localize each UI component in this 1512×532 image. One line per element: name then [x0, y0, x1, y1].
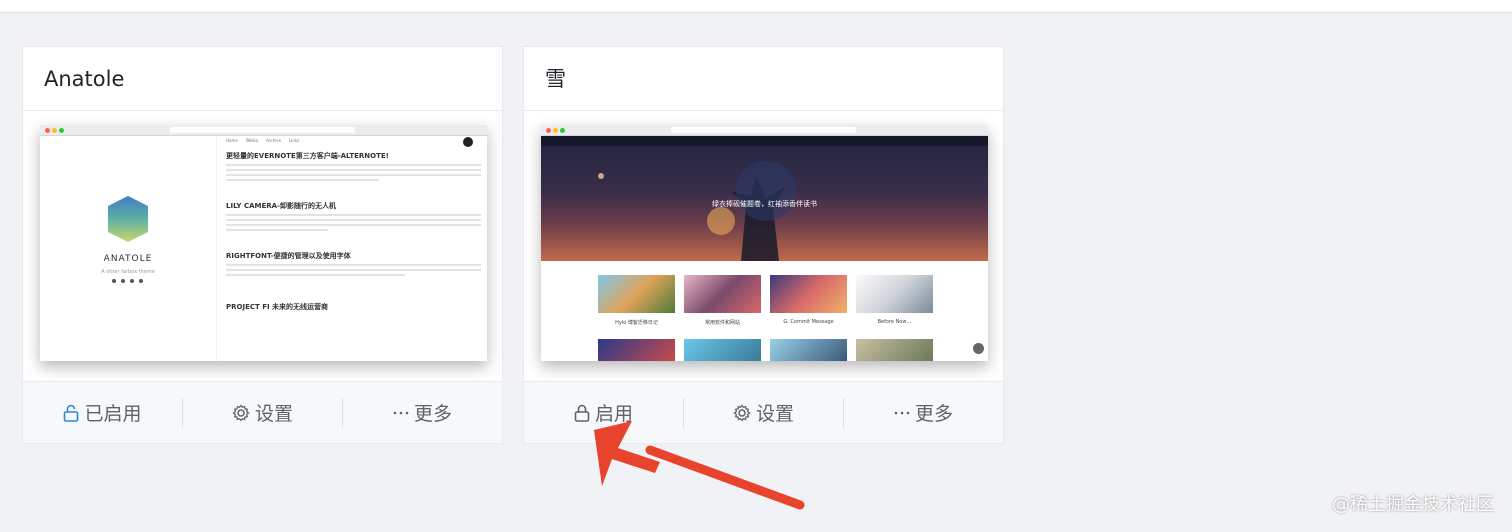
watermark: @稀土掘金技术社区: [1332, 494, 1494, 515]
card-actions: 已启用 设置 更多: [23, 381, 502, 443]
settings-button[interactable]: 设置: [684, 382, 843, 443]
anatole-sidebar: ANATOLE A other farbox theme: [40, 136, 216, 361]
browser-bar: [541, 125, 988, 136]
more-label: 更多: [413, 403, 452, 425]
more-dots-icon: [894, 410, 910, 416]
theme-preview-image[interactable]: 绿衣捧砚催题卷，红袖添香伴读书 Hylo 博客迁移日记 常用软件和网站 G. C…: [541, 125, 988, 361]
snow-headline: 绿衣捧砚催题卷，红袖添香伴读书: [712, 200, 817, 208]
card-actions: 启用 设置 更多: [524, 381, 1003, 443]
snow-hero-banner: 绿衣捧砚催题卷，红袖添香伴读书: [541, 136, 988, 261]
more-button[interactable]: 更多: [844, 382, 1003, 443]
post-title: RIGHTFONT-便捷的管理以及使用字体: [226, 252, 351, 260]
enabled-label: 已启用: [84, 403, 142, 425]
more-label: 更多: [914, 403, 953, 425]
post-title: LILY CAMERA-卸影随行的无人机: [226, 202, 336, 210]
post-title: 更轻量的EVERNOTE第三方客户端-ALTERNOTE!: [226, 152, 389, 160]
theme-title: 雪: [545, 67, 566, 91]
nav-item: Links: [289, 138, 300, 143]
enabled-button[interactable]: 已启用: [23, 382, 182, 443]
post-title: PROJECT FI 未来的无线运营商: [226, 303, 329, 311]
gear-icon: [232, 403, 250, 422]
top-bar: [0, 0, 1512, 13]
post-caption: G. Commit Message: [783, 319, 834, 325]
anatole-logo-text: ANATOLE: [103, 254, 153, 264]
gear-icon: [733, 403, 751, 422]
more-dots-icon: [393, 410, 409, 416]
unlock-icon: [63, 404, 79, 422]
social-icons: [112, 279, 143, 283]
theme-preview-image[interactable]: ANATOLE A other farbox theme Home Weibo …: [40, 125, 487, 361]
settings-button[interactable]: 设置: [183, 382, 342, 443]
theme-card-anatole: Anatole ANATOLE A other farbox theme Hom…: [22, 46, 503, 444]
nav-item: Weibo: [245, 138, 259, 143]
theme-card-snow: 雪 绿衣捧砚催题卷，红袖添香伴读书 Hylo 博客迁移日记 常用软件和网站 G.…: [523, 46, 1004, 444]
enable-button[interactable]: 启用: [524, 382, 683, 443]
anatole-nav: Home Weibo Archive Links: [226, 138, 481, 143]
theme-title: Anatole: [44, 67, 125, 91]
card-header: Anatole: [23, 47, 502, 111]
anatole-tagline: A other farbox theme: [101, 269, 155, 275]
post-caption: Before Now…: [877, 319, 912, 325]
nav-item: Archive: [266, 138, 282, 143]
nav-item: Home: [226, 138, 238, 143]
lock-icon: [574, 404, 590, 422]
post-caption: Hylo 博客迁移日记: [615, 320, 658, 326]
anatole-post-list: Home Weibo Archive Links 更轻量的EVERNOTE第三方…: [226, 136, 481, 361]
settings-label: 设置: [254, 403, 293, 425]
post-caption: 常用软件和网站: [704, 320, 740, 326]
enable-label: 启用: [594, 403, 633, 425]
browser-bar: [40, 125, 487, 136]
settings-label: 设置: [755, 403, 794, 425]
card-header: 雪: [524, 47, 1003, 111]
more-button[interactable]: 更多: [343, 382, 502, 443]
